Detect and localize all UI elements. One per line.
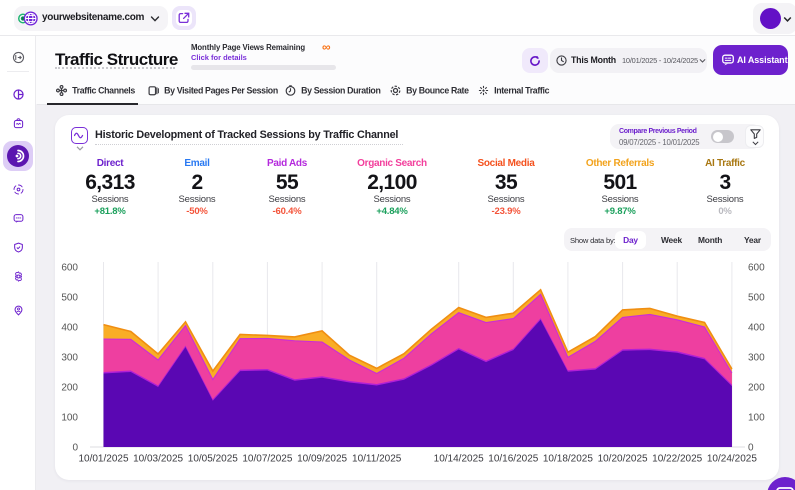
svg-text:0: 0 bbox=[72, 443, 78, 454]
svg-text:10/18/2025: 10/18/2025 bbox=[543, 454, 593, 465]
svg-text:10/09/2025: 10/09/2025 bbox=[297, 454, 347, 465]
svg-text:100: 100 bbox=[61, 413, 78, 424]
svg-text:10/24/2025: 10/24/2025 bbox=[707, 454, 757, 465]
svg-text:300: 300 bbox=[748, 353, 765, 364]
svg-text:600: 600 bbox=[748, 263, 765, 274]
svg-text:10/20/2025: 10/20/2025 bbox=[598, 454, 648, 465]
svg-text:500: 500 bbox=[61, 293, 78, 304]
svg-text:200: 200 bbox=[748, 383, 765, 394]
svg-text:400: 400 bbox=[748, 323, 765, 334]
svg-text:10/16/2025: 10/16/2025 bbox=[488, 454, 538, 465]
svg-text:10/05/2025: 10/05/2025 bbox=[188, 454, 238, 465]
svg-text:10/07/2025: 10/07/2025 bbox=[242, 454, 292, 465]
svg-text:10/01/2025: 10/01/2025 bbox=[78, 454, 128, 465]
svg-text:600: 600 bbox=[61, 263, 78, 274]
svg-text:10/03/2025: 10/03/2025 bbox=[133, 454, 183, 465]
svg-text:100: 100 bbox=[748, 413, 765, 424]
svg-text:10/22/2025: 10/22/2025 bbox=[652, 454, 702, 465]
svg-text:400: 400 bbox=[61, 323, 78, 334]
svg-text:0: 0 bbox=[748, 443, 754, 454]
svg-text:10/11/2025: 10/11/2025 bbox=[352, 454, 402, 465]
svg-text:500: 500 bbox=[748, 293, 765, 304]
svg-text:200: 200 bbox=[61, 383, 78, 394]
svg-text:10/14/2025: 10/14/2025 bbox=[434, 454, 484, 465]
svg-text:300: 300 bbox=[61, 353, 78, 364]
